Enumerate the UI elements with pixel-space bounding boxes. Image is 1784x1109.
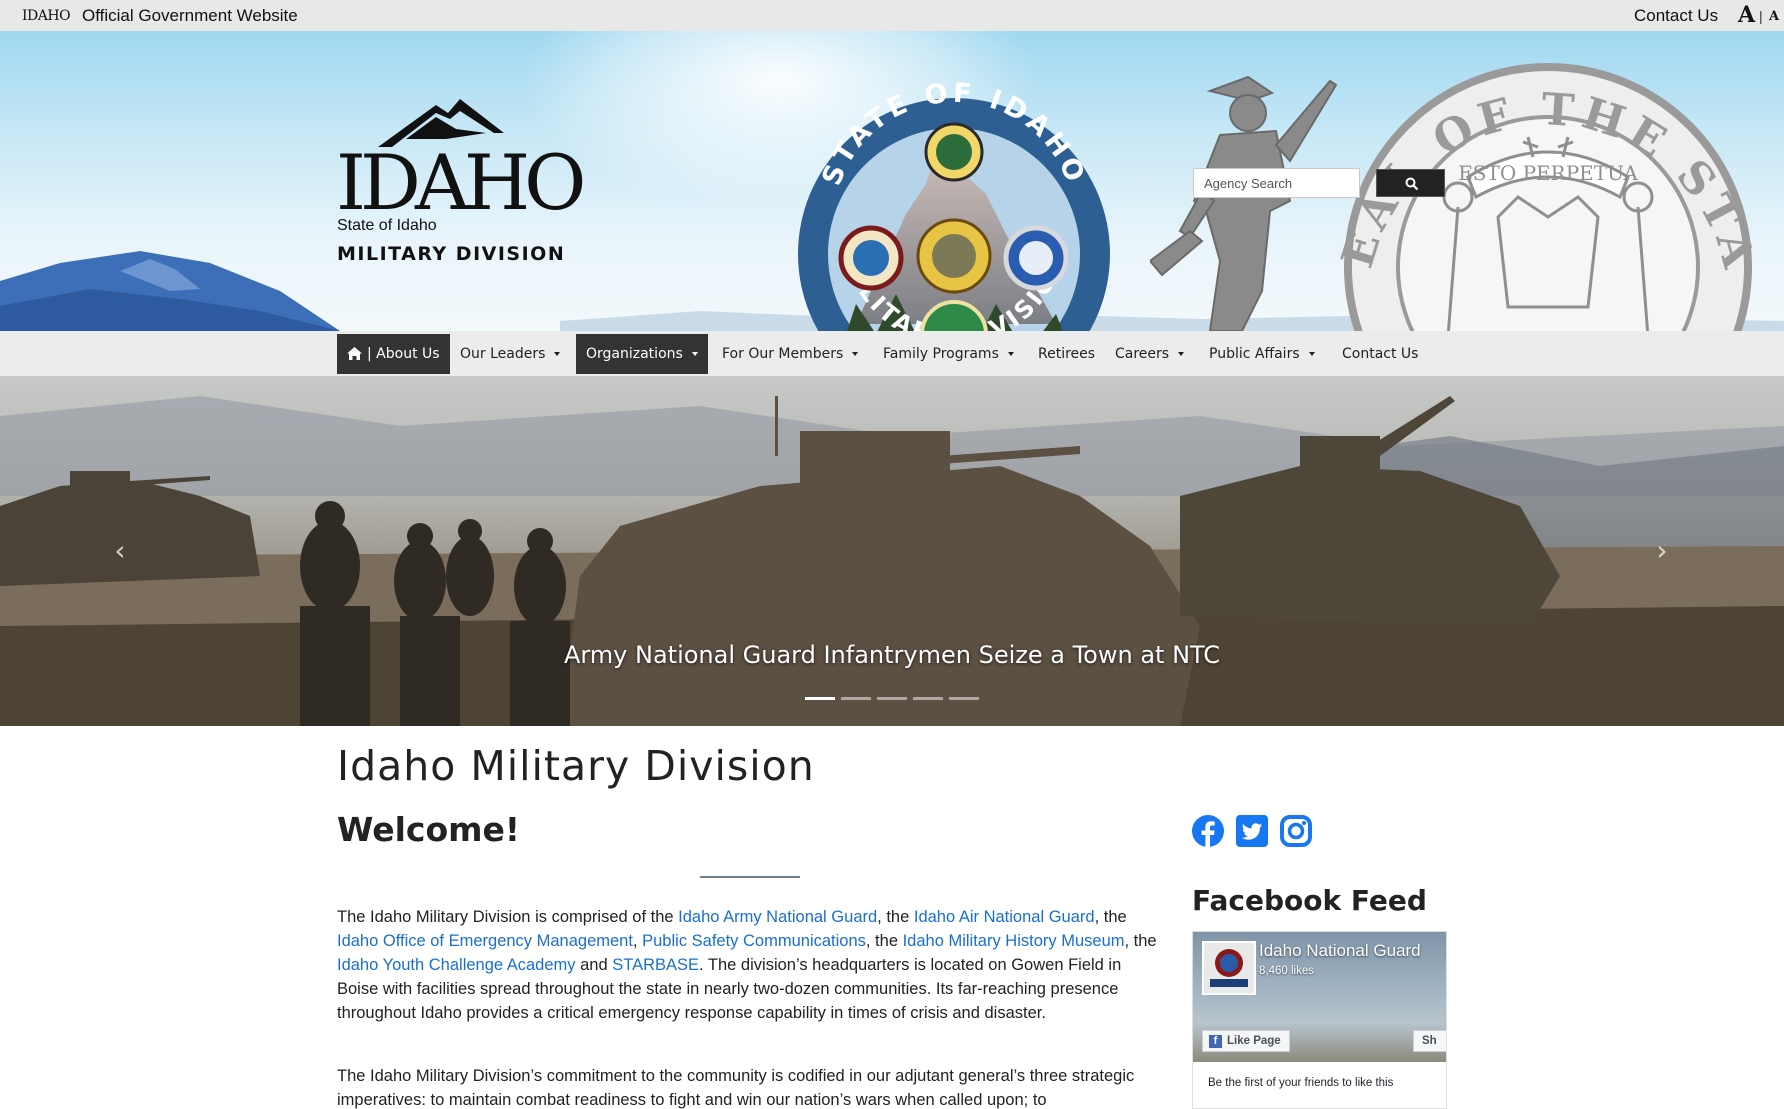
nav-label: Our Leaders xyxy=(460,346,546,362)
link-air-national-guard[interactable]: Idaho Air National Guard xyxy=(914,908,1095,926)
nav-item-careers[interactable]: Careers xyxy=(1115,334,1185,374)
fb-page-avatar[interactable] xyxy=(1202,941,1256,995)
military-division-label: MILITARY DIVISION xyxy=(337,243,566,265)
facebook-f-icon: f xyxy=(1209,1035,1222,1048)
paragraph-text: The Idaho Military Division is comprised… xyxy=(337,908,679,926)
paragraph-text: , the xyxy=(865,932,903,950)
link-public-safety-communications[interactable]: Public Safety Communications xyxy=(642,932,866,950)
instagram-icon[interactable] xyxy=(1280,815,1312,847)
gov-topbar: IDAHO Official Government Website Contac… xyxy=(0,0,1784,31)
facebook-page-widget[interactable]: Idaho National Guard 8,460 likes f Like P… xyxy=(1192,931,1447,1109)
paragraph-text: , the xyxy=(877,908,914,926)
carousel-indicator-2[interactable] xyxy=(841,697,871,700)
nav-label: Family Programs xyxy=(883,346,999,362)
carousel-indicator-3[interactable] xyxy=(877,697,907,700)
home-icon xyxy=(347,347,362,360)
caret-down-icon xyxy=(1007,352,1014,356)
imperatives-paragraph: The Idaho Military Division’s commitment… xyxy=(337,1067,1135,1109)
state-military-seal-icon: STATE OF IDAHO MILITARY DIVISION xyxy=(798,77,1110,331)
paragraph-text: , the xyxy=(1094,908,1127,926)
nav-label: Public Affairs xyxy=(1209,346,1300,362)
nav-label: For Our Members xyxy=(722,346,844,362)
fb-page-name[interactable]: Idaho National Guard xyxy=(1259,941,1421,961)
link-army-national-guard[interactable]: Idaho Army National Guard xyxy=(678,908,877,926)
nav-item-family-programs[interactable]: Family Programs xyxy=(883,334,1014,374)
main-navigation: | About Us Our Leaders Organizations For… xyxy=(0,331,1784,376)
carousel-indicator-5[interactable] xyxy=(949,697,979,700)
paragraph-text: and xyxy=(575,956,613,974)
nav-item-public-affairs[interactable]: Public Affairs xyxy=(1209,334,1315,374)
carousel-indicator-1[interactable] xyxy=(805,697,835,700)
link-military-history-museum[interactable]: Idaho Military History Museum xyxy=(903,932,1125,950)
nav-label: Retirees xyxy=(1038,346,1096,362)
carousel-caption[interactable]: Army National Guard Infantrymen Seize a … xyxy=(0,641,1784,669)
fb-like-page-button[interactable]: f Like Page xyxy=(1202,1030,1290,1052)
page-title: Idaho Military Division xyxy=(337,742,815,790)
font-increase-button[interactable]: A xyxy=(1738,2,1755,28)
carousel-slide-image xyxy=(0,396,1784,726)
nav-item-about-us[interactable]: | About Us xyxy=(337,334,450,374)
nav-item-contact-us[interactable]: Contact Us xyxy=(1342,334,1418,374)
nav-label: Organizations xyxy=(586,346,683,362)
fb-like-label: Like Page xyxy=(1227,1035,1281,1047)
official-website-label: Official Government Website xyxy=(82,6,298,25)
nav-item-organizations[interactable]: Organizations xyxy=(576,334,708,374)
font-size-separator: | xyxy=(1759,8,1763,24)
caret-down-icon xyxy=(691,352,698,356)
seal-motto: ESTO PERPETUA xyxy=(1458,161,1638,185)
nav-item-retirees[interactable]: Retirees xyxy=(1038,334,1095,374)
welcome-heading: Welcome! xyxy=(337,810,520,849)
idaho-logo-wordmark: IDAHO xyxy=(336,138,583,217)
caret-down-icon xyxy=(1308,352,1315,356)
link-office-of-emergency-management[interactable]: Idaho Office of Emergency Management xyxy=(337,932,633,950)
facebook-icon[interactable] xyxy=(1192,815,1224,847)
paragraph-text: , xyxy=(632,932,643,950)
caret-down-icon xyxy=(852,352,859,356)
heading-divider xyxy=(700,876,800,878)
hero-carousel: ‹ › Army National Guard Infantrymen Seiz… xyxy=(0,376,1784,726)
fb-share-label: Sh xyxy=(1422,1035,1437,1047)
link-youth-challenge-academy[interactable]: Idaho Youth Challenge Academy xyxy=(337,956,576,974)
state-of-idaho-label: State of Idaho xyxy=(337,217,437,234)
agency-search-input[interactable] xyxy=(1193,168,1360,198)
nav-item-for-our-members[interactable]: For Our Members xyxy=(722,334,859,374)
fb-share-button[interactable]: Sh xyxy=(1413,1030,1446,1052)
caret-down-icon xyxy=(1178,352,1185,356)
nav-item-our-leaders[interactable]: Our Leaders xyxy=(460,334,561,374)
idaho-gov-logo[interactable]: IDAHO xyxy=(22,8,71,24)
carousel-indicator-4[interactable] xyxy=(913,697,943,700)
nav-label: Careers xyxy=(1115,346,1170,362)
fb-friends-like-text: Be the first of your friends to like thi… xyxy=(1208,1077,1394,1089)
search-icon xyxy=(1405,177,1419,191)
idaho-logo-icon[interactable]: IDAHO xyxy=(336,77,596,217)
carousel-prev-arrow[interactable]: ‹ xyxy=(100,526,140,576)
search-button[interactable] xyxy=(1376,169,1445,197)
intro-paragraph: The Idaho Military Division is comprised… xyxy=(337,905,1163,1025)
carousel-next-arrow[interactable]: › xyxy=(1642,526,1682,576)
twitter-icon[interactable] xyxy=(1236,815,1268,847)
nav-label: | About Us xyxy=(367,346,440,362)
topbar-contact-link[interactable]: Contact Us xyxy=(1634,6,1718,26)
nav-label: Contact Us xyxy=(1342,346,1419,362)
site-header-banner: IDAHO State of Idaho MILITARY DIVISION S… xyxy=(0,31,1784,331)
facebook-feed-title: Facebook Feed xyxy=(1192,884,1427,917)
caret-down-icon xyxy=(554,352,561,356)
link-starbase[interactable]: STARBASE xyxy=(612,956,699,974)
fb-likes-count: 8,460 likes xyxy=(1259,965,1314,977)
font-decrease-button[interactable]: A xyxy=(1769,9,1779,24)
idaho-guard-logo-icon xyxy=(1204,943,1254,993)
paragraph-text: , the xyxy=(1124,932,1157,950)
